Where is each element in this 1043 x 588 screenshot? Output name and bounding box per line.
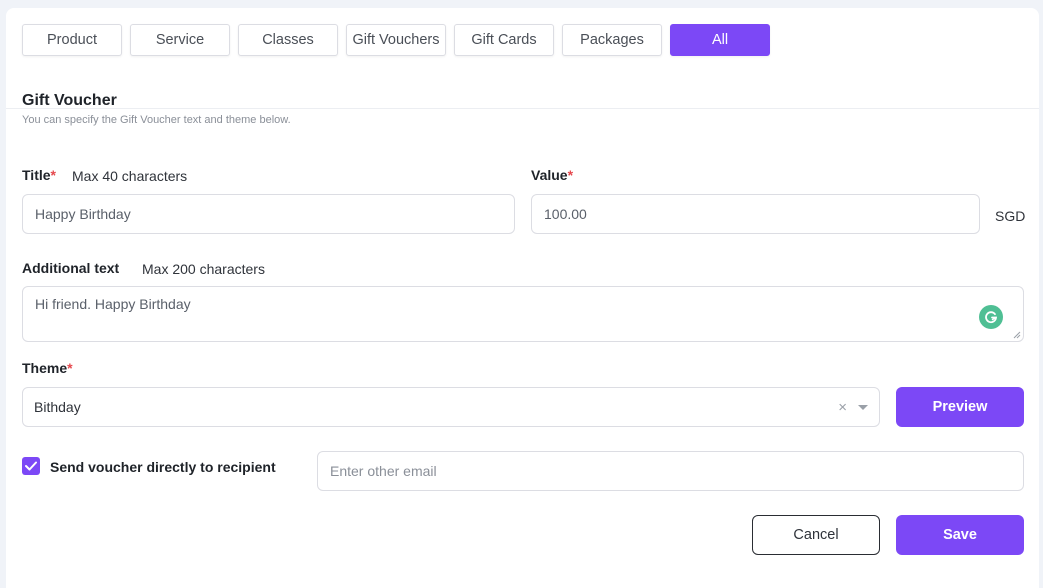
save-button-label: Save [943,527,977,543]
tab-all[interactable]: All [670,24,770,56]
tab-label: Gift Vouchers [352,32,440,48]
currency-label: SGD [995,208,1026,224]
tab-gift-vouchers[interactable]: Gift Vouchers [346,24,446,56]
cancel-button-label: Cancel [793,527,839,543]
tab-packages[interactable]: Packages [562,24,662,56]
other-email-input[interactable]: Enter other email [317,451,1024,491]
tab-label: Classes [262,32,314,48]
theme-select[interactable]: Bithday × [22,387,880,427]
save-button[interactable]: Save [896,515,1024,555]
additional-text-label: Additional text [22,260,120,276]
required-mark: * [67,360,73,376]
tab-classes[interactable]: Classes [238,24,338,56]
cancel-button[interactable]: Cancel [752,515,880,555]
title-label-text: Title [22,167,51,183]
theme-label: Theme* [22,360,73,376]
theme-selected-value: Bithday [34,399,81,415]
title-input[interactable]: Happy Birthday [22,194,515,234]
required-mark: * [567,167,574,183]
tab-label: Packages [580,32,644,48]
value-input-value: 100.00 [544,206,587,222]
send-direct-checkbox[interactable] [22,457,40,475]
tab-label: Product [47,32,97,48]
gift-voucher-card: Product Service Classes Gift Vouchers Gi… [6,8,1039,588]
tab-label: All [711,32,729,48]
chevron-down-icon[interactable] [858,405,868,410]
value-label-text: Value [531,167,568,183]
title-label: Title* [22,167,56,183]
value-input[interactable]: 100.00 [531,194,980,234]
theme-label-text: Theme [22,360,68,376]
other-email-placeholder: Enter other email [330,463,437,479]
title-hint: Max 40 characters [72,168,188,184]
preview-button-label: Preview [932,399,988,415]
required-mark: * [50,167,56,183]
resize-handle-icon[interactable] [1013,331,1021,339]
tab-product[interactable]: Product [22,24,122,56]
title-input-value: Happy Birthday [35,206,131,222]
section-subtitle: You can specify the Gift Voucher text an… [22,114,291,126]
additional-text-hint: Max 200 characters [142,261,265,277]
preview-button[interactable]: Preview [896,387,1024,427]
tab-service[interactable]: Service [130,24,230,56]
additional-text-value: Hi friend. Happy Birthday [35,296,191,312]
value-label: Value* [531,167,573,183]
tab-label: Service [155,32,205,48]
check-icon [25,461,37,471]
grammarly-icon[interactable] [979,305,1003,329]
divider [6,108,1039,109]
additional-text-textarea[interactable]: Hi friend. Happy Birthday [22,286,1024,342]
tab-label: Gift Cards [471,32,537,48]
send-direct-label[interactable]: Send voucher directly to recipient [50,459,276,475]
clear-icon[interactable]: × [838,399,847,416]
category-tabs: Product Service Classes Gift Vouchers Gi… [22,24,778,56]
tab-gift-cards[interactable]: Gift Cards [454,24,554,56]
